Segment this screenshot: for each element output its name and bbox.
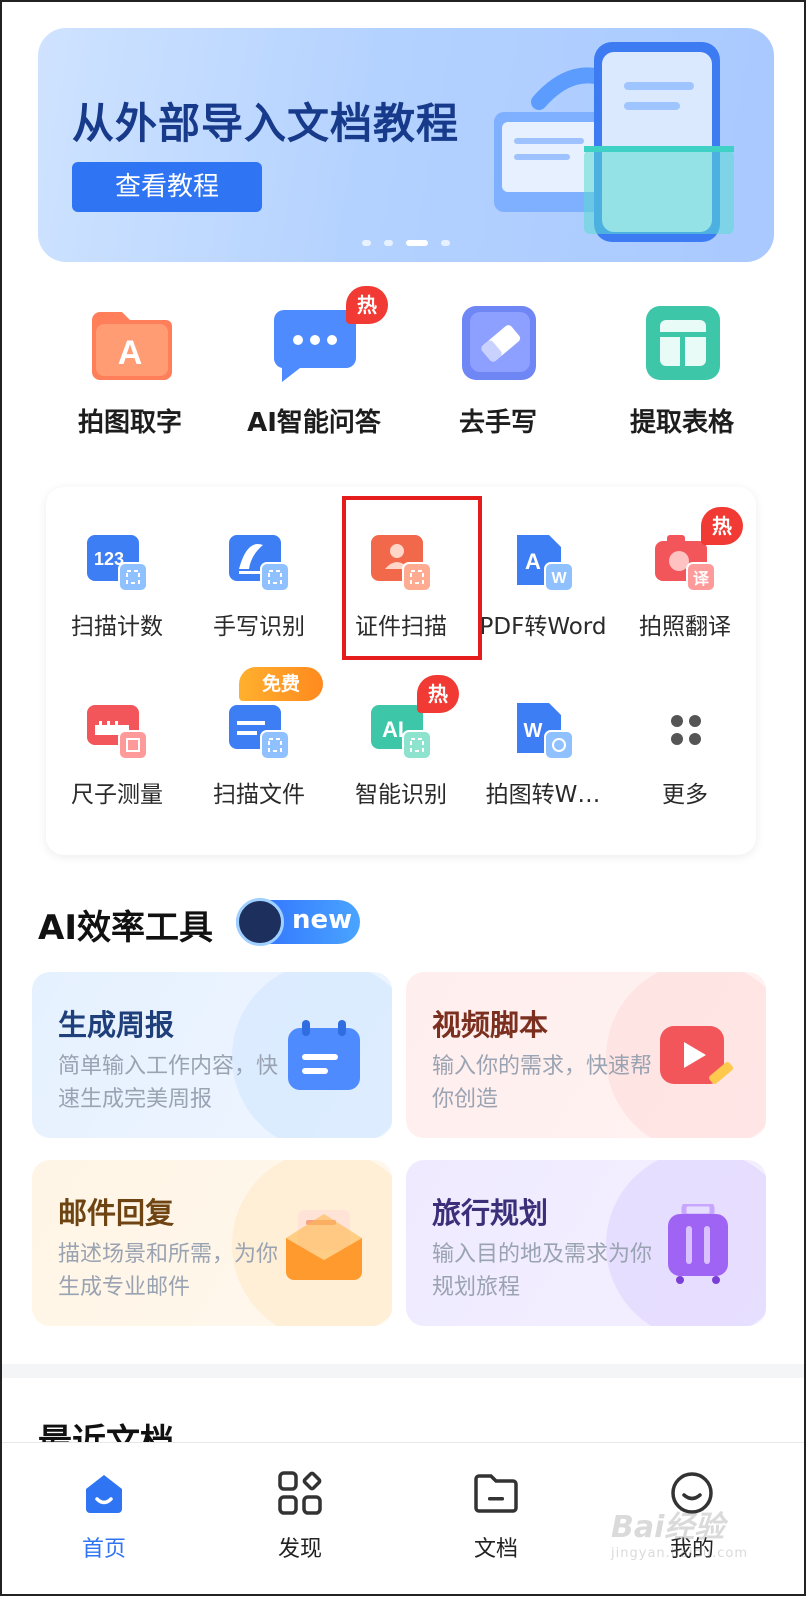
import-document-illustration-icon [494,42,734,242]
tool-ruler-measure[interactable]: 尺子测量 [46,697,188,809]
scan-file-icon: 免费 [227,667,323,761]
tool-photo-translate[interactable]: 译 热 拍照翻译 [614,507,756,641]
text-a-icon: A [82,292,178,388]
tab-label: 首页 [81,1537,126,1562]
tool-label: 拍照翻译 [639,614,731,640]
tool-label: 提取表格 [629,408,734,438]
ai-recognize-icon: AI 热 [369,675,459,761]
page-dot [441,240,451,246]
page-dot-active [406,240,429,246]
page-dot [361,240,371,246]
home-icon [86,1475,122,1513]
tool-label: PDF转Word [479,614,607,640]
handwriting-icon [227,529,291,593]
card-title: 旅行规划 [432,1196,549,1230]
folder-icon [474,1474,518,1513]
ai-card-weekly-report[interactable]: 生成周报 简单输入工作内容，快速生成完美周报 [32,972,392,1138]
robot-icon [236,898,284,946]
tool-label: AI智能问答 [247,408,381,438]
tool-extract-table[interactable]: 提取表格 [590,292,774,439]
view-tutorial-button[interactable]: 查看教程 [72,162,262,212]
tool-remove-handwriting[interactable]: 去手写 [406,292,590,439]
tool-label: 拍图取字 [77,408,182,438]
ai-glyph: AI [382,717,404,742]
tool-smart-recognize[interactable]: AI 热 智能识别 [330,675,472,809]
page-dot [383,240,393,246]
tool-label: 去手写 [458,408,537,438]
discover-grid-icon [278,1471,322,1515]
tool-scan-file[interactable]: 免费 扫描文件 [188,667,330,809]
card-description: 输入你的需求，快速帮你创造 [432,1054,653,1112]
svg-text:W: W [524,720,543,742]
tab-discover[interactable]: 发现 [240,1469,360,1563]
tool-pdf-to-word[interactable]: AW PDF转Word [472,529,614,641]
tab-home[interactable]: 首页 [44,1469,164,1563]
svg-text:W: W [551,570,567,587]
tool-handwriting-recognize[interactable]: 手写识别 [188,529,330,641]
scan-count-icon: 123 [85,529,149,593]
eraser-icon [450,292,546,388]
watermark-brand: Bai经验 [611,1510,725,1545]
app-screen: 从外部导入文档教程 查看教程 A 拍图取字 热 AI智能问答 去手写 提取表格 … [0,0,806,1596]
pdf-to-word-icon: AW [511,529,575,593]
ai-card-video-script[interactable]: 视频脚本 输入你的需求，快速帮你创造 [406,972,766,1138]
hot-badge: 热 [701,507,743,545]
tool-label: 手写识别 [213,614,305,640]
banner-title: 从外部导入文档教程 [72,99,460,148]
new-badge-text: new [292,905,353,935]
quick-tools: A 拍图取字 热 AI智能问答 去手写 提取表格 [38,286,774,452]
tab-documents[interactable]: 文档 [436,1469,556,1563]
card-description: 描述场景和所需，为你生成专业邮件 [58,1242,279,1300]
tool-ai-qa[interactable]: 热 AI智能问答 [222,286,406,439]
tool-photo-text[interactable]: A 拍图取字 [38,292,222,439]
hot-badge: 热 [417,675,459,713]
hot-badge: 热 [346,286,388,324]
card-description: 输入目的地及需求为你规划旅程 [432,1242,653,1300]
free-badge: 免费 [239,667,323,701]
table-icon [634,292,730,388]
mail-envelope-icon [286,1210,362,1280]
tool-photo-to-word[interactable]: W 拍图转W… [472,697,614,809]
more-dots-icon [653,697,717,761]
tab-label: 文档 [473,1537,518,1562]
tool-label: 更多 [662,782,708,808]
highlight-annotation [342,496,482,660]
svg-text:A: A [525,549,541,574]
ai-section-title: AI效率工具 [38,908,213,948]
translate-glyph: 译 [693,569,710,588]
photo-translate-icon: 译 热 [653,507,743,593]
tool-label: 尺子测量 [71,782,163,808]
baidu-jingyan-watermark: Bai经验 jingyan.baidu.com [611,1502,748,1561]
card-title: 生成周报 [58,1008,175,1042]
suitcase-icon [668,1204,728,1284]
ai-card-email-reply[interactable]: 邮件回复 描述场景和所需，为你生成专业邮件 [32,1160,392,1326]
tool-label: 扫描文件 [213,782,305,808]
card-title: 视频脚本 [432,1008,549,1042]
banner-page-indicator [38,231,774,250]
section-divider [2,1364,804,1378]
new-badge: new [236,898,360,946]
ai-card-travel-plan[interactable]: 旅行规划 输入目的地及需求为你规划旅程 [406,1160,766,1326]
card-title: 邮件回复 [58,1196,175,1230]
calendar-report-icon [288,1020,360,1090]
tool-label: 扫描计数 [71,614,163,640]
chat-bubble-icon: 热 [266,286,388,388]
ruler-icon [85,697,149,761]
tool-scan-count[interactable]: 123 扫描计数 [46,529,188,641]
card-description: 简单输入工作内容，快速生成完美周报 [58,1054,279,1112]
svg-text:A: A [118,334,143,372]
tool-label: 智能识别 [355,782,447,808]
tool-more[interactable]: 更多 [614,697,756,809]
video-script-icon [660,1026,733,1084]
photo-to-word-icon: W [511,697,575,761]
tool-label: 拍图转W… [485,782,601,808]
tutorial-banner[interactable]: 从外部导入文档教程 查看教程 [38,28,774,262]
watermark-url: jingyan.baidu.com [611,1546,748,1561]
tab-label: 发现 [277,1537,322,1562]
